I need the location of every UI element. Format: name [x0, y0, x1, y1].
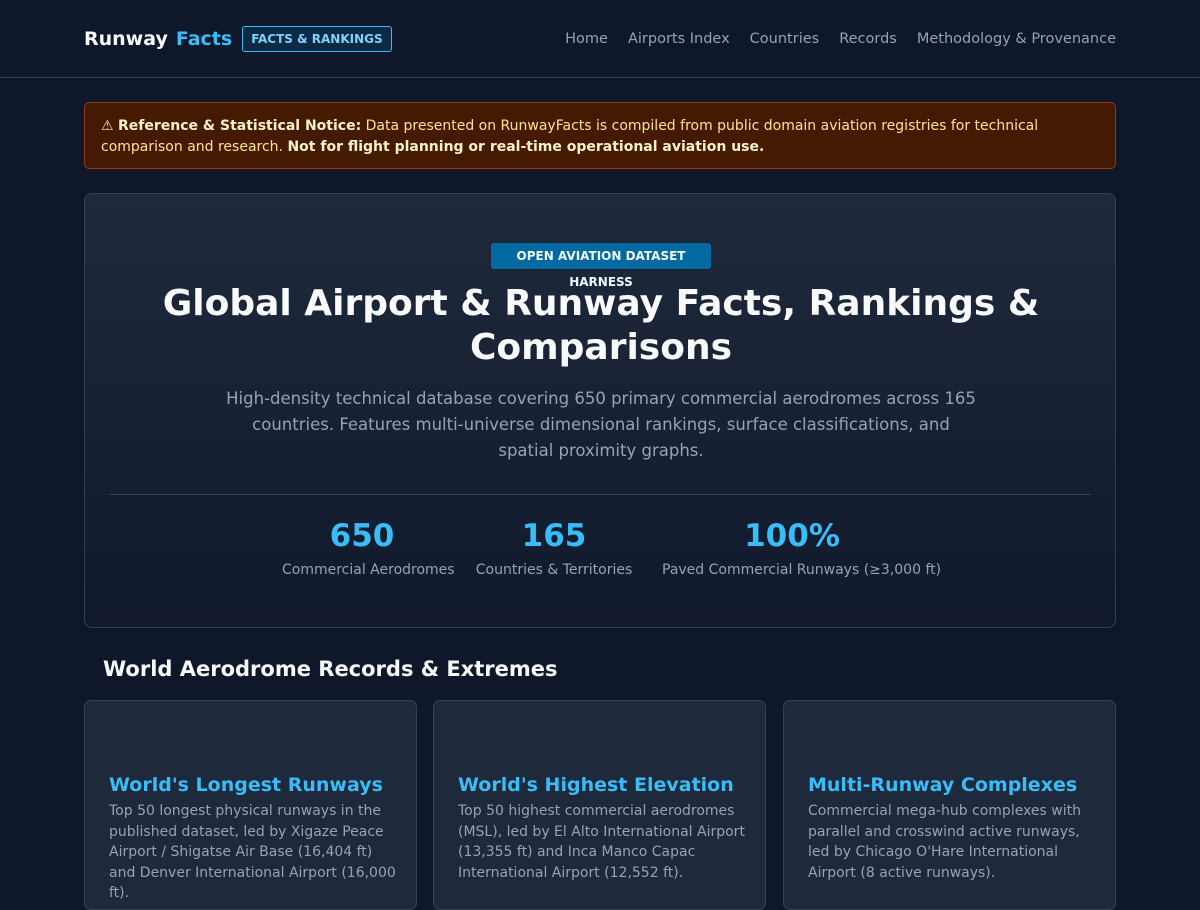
- stat-value: 165: [521, 518, 587, 554]
- stat-countries: 165 Countries & Territories: [474, 516, 634, 580]
- main-nav: Home Airports Index Countries Records Me…: [565, 29, 1116, 49]
- record-card-multi-runway[interactable]: Multi-Runway Complexes Commercial mega-h…: [783, 700, 1116, 910]
- nav-countries[interactable]: Countries: [750, 29, 820, 49]
- record-card-highest-elevation[interactable]: World's Highest Elevation Top 50 highest…: [433, 700, 766, 910]
- brand-logo[interactable]: Runway Facts FACTS & RANKINGS: [84, 25, 392, 53]
- stat-value: 100%: [744, 518, 840, 554]
- notice-emphasis: Not for flight planning or real-time ope…: [287, 138, 765, 155]
- card-title[interactable]: Multi-Runway Complexes: [808, 772, 1077, 798]
- nav-airports-index[interactable]: Airports Index: [628, 29, 730, 49]
- records-section-title: World Aerodrome Records & Extremes: [103, 657, 558, 681]
- notice-lead: Reference & Statistical Notice:: [118, 118, 362, 134]
- brand-badge: FACTS & RANKINGS: [242, 26, 392, 52]
- stat-aerodromes: 650 Commercial Aerodromes: [282, 516, 455, 580]
- card-description: Top 50 longest physical runways in the p…: [109, 803, 396, 901]
- nav-records[interactable]: Records: [839, 29, 897, 49]
- card-title[interactable]: World's Longest Runways: [109, 772, 383, 798]
- stat-paved-runways: 100% Paved Commercial Runways (≥3,000 ft…: [662, 516, 942, 580]
- brand-name-facts: Facts: [175, 28, 233, 50]
- site-header: Runway Facts FACTS & RANKINGS Home Airpo…: [0, 0, 1200, 78]
- stat-label: Countries & Territories: [475, 562, 633, 578]
- card-description: Commercial mega-hub complexes with paral…: [808, 803, 1081, 881]
- stat-value: 650: [329, 518, 395, 554]
- nav-home[interactable]: Home: [565, 29, 608, 49]
- brand-name-runway: Runway: [84, 28, 168, 50]
- hero-subtitle: High-density technical database covering…: [226, 389, 976, 460]
- card-title[interactable]: World's Highest Elevation: [458, 772, 734, 798]
- warning-icon: ⚠: [101, 118, 114, 134]
- record-card-longest-runways[interactable]: World's Longest Runways Top 50 longest p…: [84, 700, 417, 910]
- stat-label: Commercial Aerodromes: [282, 562, 455, 578]
- page-title: Global Airport & Runway Facts, Rankings …: [162, 283, 1040, 368]
- hero-panel: OPEN AVIATION DATASET HARNESS Global Air…: [84, 193, 1116, 628]
- reference-notice: ⚠ Reference & Statistical Notice: Data p…: [84, 102, 1116, 169]
- stat-label: Paved Commercial Runways (≥3,000 ft): [662, 562, 942, 578]
- hero-badge: OPEN AVIATION DATASET HARNESS: [491, 243, 711, 289]
- card-description: Top 50 highest commercial aerodromes (MS…: [458, 803, 745, 881]
- nav-methodology[interactable]: Methodology & Provenance: [917, 29, 1116, 49]
- hero-divider: [109, 494, 1091, 495]
